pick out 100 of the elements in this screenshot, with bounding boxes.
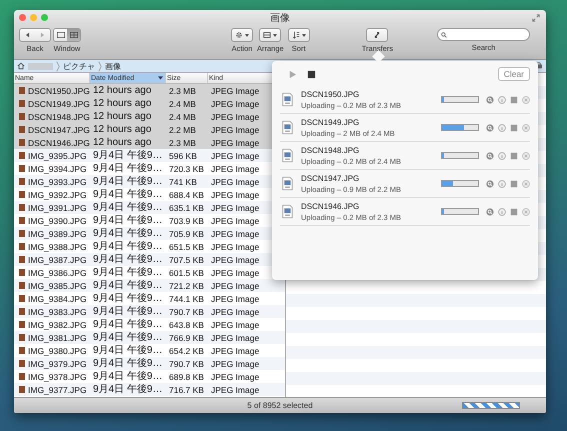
file-size: 2.3 MB — [168, 86, 197, 96]
file-row[interactable]: IMG_9381.JPG 9月4日 午後9… 766.9 KB JPEG Image — [14, 331, 285, 344]
search-icon — [441, 32, 448, 38]
close-icon[interactable] — [522, 208, 530, 216]
close-icon[interactable] — [522, 152, 530, 160]
file-kind: JPEG Image — [210, 150, 260, 160]
stop-icon[interactable] — [510, 124, 518, 132]
image-file-icon — [282, 148, 293, 163]
date-modified: 9月4日 午後9… — [92, 176, 164, 188]
window-title: 画像 — [269, 12, 291, 24]
magnifier-icon[interactable] — [486, 208, 494, 216]
info-icon[interactable] — [498, 208, 506, 216]
file-name: IMG_9387.JPG — [28, 254, 87, 264]
info-icon[interactable] — [498, 180, 506, 188]
transfer-file-name: DSCN1948.JPG — [301, 146, 360, 154]
file-name: IMG_9380.JPG — [28, 346, 87, 356]
blurred-path-segment — [28, 62, 53, 70]
file-size: 705.9 KB — [168, 228, 205, 238]
file-name: IMG_9383.JPG — [28, 306, 87, 316]
file-size: 707.5 KB — [168, 254, 205, 264]
file-kind: JPEG Image — [210, 280, 260, 290]
file-size: 2.4 MB — [168, 112, 197, 122]
file-kind: JPEG Image — [210, 176, 260, 186]
date-modified: 12 hours ago — [92, 136, 152, 148]
stop-icon[interactable] — [510, 208, 518, 216]
file-name: IMG_9385.JPG — [28, 280, 87, 290]
info-icon[interactable] — [498, 124, 506, 132]
file-name: IMG_9392.JPG — [28, 190, 87, 200]
arrange-menu-button[interactable] — [259, 28, 282, 42]
date-modified: 9月4日 午後9… — [92, 202, 164, 214]
file-kind: JPEG Image — [210, 202, 260, 212]
transfer-file-name: DSCN1947.JPG — [301, 174, 360, 182]
magnifier-icon[interactable] — [486, 124, 494, 132]
file-name: IMG_9390.JPG — [28, 216, 87, 226]
date-modified: 9月4日 午後9… — [92, 292, 164, 304]
info-icon[interactable] — [498, 96, 506, 104]
path-segment[interactable]: ピクチャ — [63, 60, 95, 72]
file-kind: JPEG Image — [210, 164, 260, 174]
file-size: 635.1 KB — [168, 202, 205, 212]
file-size: 689.8 KB — [168, 372, 205, 382]
search-field[interactable] — [437, 28, 530, 41]
close-button[interactable] — [19, 14, 26, 21]
file-kind: JPEG Image — [210, 372, 260, 382]
file-size: 744.1 KB — [168, 294, 205, 304]
date-modified: 9月4日 午後9… — [92, 280, 164, 292]
sort-menu-button[interactable] — [288, 28, 310, 42]
file-kind: JPEG Image — [210, 254, 260, 264]
date-modified: 12 hours ago — [92, 84, 152, 96]
clear-button[interactable]: Clear — [498, 67, 530, 81]
sort-icon — [292, 31, 300, 39]
info-icon[interactable] — [498, 152, 506, 160]
stop-button[interactable] — [307, 70, 316, 78]
file-row[interactable]: IMG_9383.JPG 9月4日 午後9… 790.7 KB JPEG Image — [14, 305, 285, 318]
action-menu-button[interactable] — [231, 28, 253, 42]
file-kind: JPEG Image — [210, 242, 260, 252]
file-kind: JPEG Image — [210, 320, 260, 330]
minimize-button[interactable] — [30, 14, 37, 21]
file-kind: JPEG Image — [210, 124, 260, 134]
single-pane-icon — [56, 32, 64, 38]
file-size: 721.2 KB — [168, 280, 205, 290]
file-name: IMG_9378.JPG — [28, 372, 87, 382]
file-kind: JPEG Image — [210, 358, 260, 368]
date-modified: 9月4日 午後9… — [92, 150, 164, 162]
file-name: IMG_9393.JPG — [28, 176, 87, 186]
transfers-button[interactable] — [366, 28, 388, 42]
date-modified: 9月4日 午後9… — [92, 318, 164, 330]
file-name: DSCN1946.JPG — [28, 138, 90, 148]
zoom-button[interactable] — [41, 14, 48, 21]
home-icon[interactable] — [17, 62, 25, 70]
file-size: 720.3 KB — [168, 164, 205, 174]
magnifier-icon[interactable] — [486, 180, 494, 188]
magnifier-icon[interactable] — [486, 96, 494, 104]
close-icon[interactable] — [522, 124, 530, 132]
date-modified: 9月4日 午後9… — [92, 228, 164, 240]
file-name: IMG_9386.JPG — [28, 268, 87, 278]
file-size: 703.9 KB — [168, 216, 205, 226]
file-name: DSCN1947.JPG — [28, 124, 90, 134]
stop-icon[interactable] — [510, 180, 518, 188]
stop-icon[interactable] — [510, 96, 518, 104]
file-kind: JPEG Image — [210, 294, 260, 304]
file-name: IMG_9382.JPG — [28, 320, 87, 330]
file-size: 654.2 KB — [168, 346, 205, 356]
date-modified: 9月4日 午後9… — [92, 214, 164, 226]
path-segment[interactable]: 画像 — [105, 60, 121, 72]
close-icon[interactable] — [522, 96, 530, 104]
file-size: 2.4 MB — [168, 98, 197, 108]
fullscreen-icon[interactable] — [532, 14, 540, 22]
date-modified: 9月4日 午後9… — [92, 370, 164, 382]
file-row[interactable]: IMG_9385.JPG 9月4日 午後9… 721.2 KB JPEG Image — [14, 279, 285, 292]
dual-pane-view-button[interactable] — [67, 29, 80, 41]
file-kind: JPEG Image — [210, 332, 260, 342]
close-icon[interactable] — [522, 180, 530, 188]
single-pane-view-button[interactable] — [54, 29, 67, 41]
stop-icon[interactable] — [510, 152, 518, 160]
file-row[interactable]: IMG_9377.JPG 9月4日 午後9… 716.7 KB JPEG Image — [14, 383, 285, 396]
file-kind: JPEG Image — [210, 112, 260, 122]
file-kind: JPEG Image — [210, 190, 260, 200]
file-row[interactable]: IMG_9379.JPG 9月4日 午後9… 790.7 KB JPEG Image — [14, 357, 285, 370]
caret-icon — [245, 34, 249, 36]
magnifier-icon[interactable] — [486, 152, 494, 160]
